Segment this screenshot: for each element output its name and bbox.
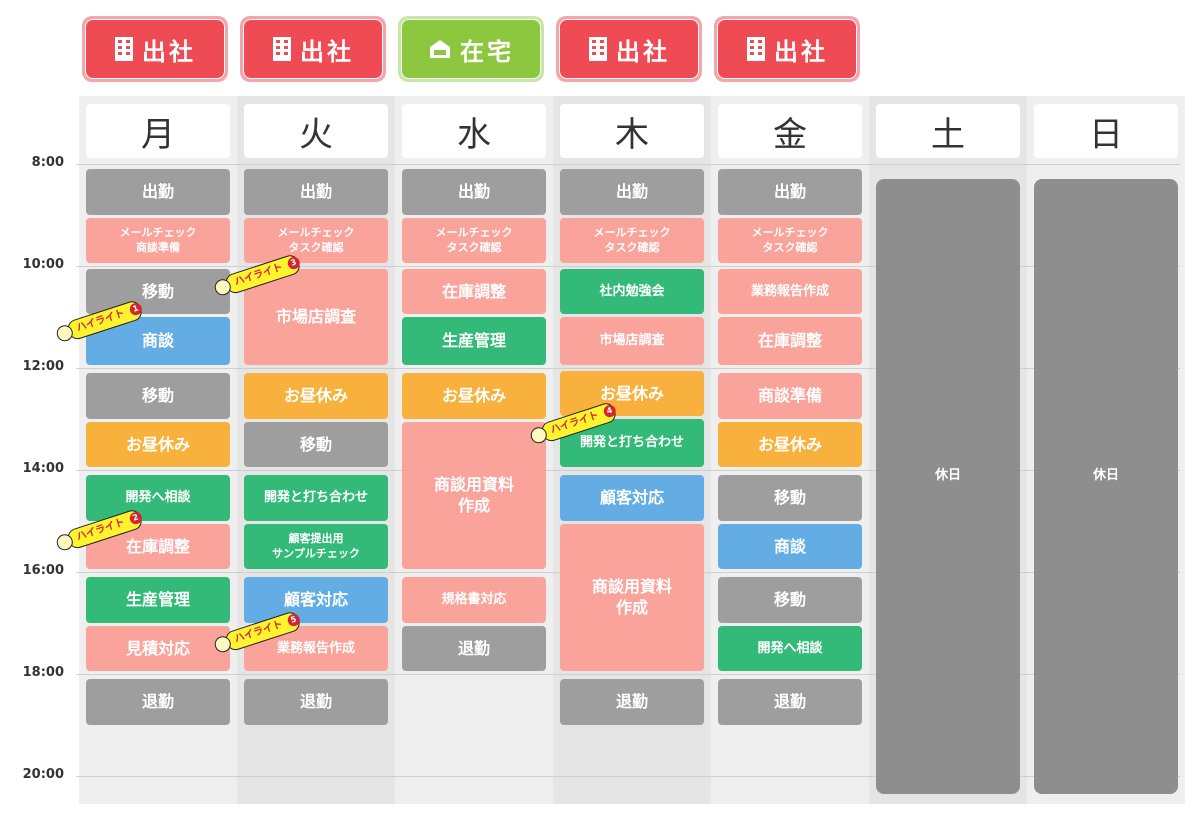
time-label: 8:00 xyxy=(31,155,64,170)
schedule-event[interactable]: 商談準備 xyxy=(718,373,862,419)
schedule-event[interactable]: 休日 xyxy=(876,179,1020,794)
schedule-event[interactable]: 退勤 xyxy=(402,625,546,672)
highlight-text: ハイライト xyxy=(549,410,601,437)
highlight-text: ハイライト xyxy=(233,619,285,646)
schedule-event[interactable]: 顧客対応 xyxy=(560,475,704,521)
building-icon xyxy=(588,36,608,62)
status-tag-inner: 出社 xyxy=(243,19,383,79)
schedule-event[interactable]: 出勤 xyxy=(718,169,862,215)
schedule-event[interactable]: 開発と打ち合わせ xyxy=(244,475,388,521)
highlight-text: ハイライト xyxy=(75,517,127,544)
house-icon xyxy=(428,38,452,60)
schedule-event[interactable]: 退勤 xyxy=(560,679,704,725)
status-tag-inner: 出社 xyxy=(559,19,699,79)
time-label: 20:00 xyxy=(22,767,64,782)
schedule-event[interactable]: 退勤 xyxy=(244,679,388,725)
schedule-event[interactable]: 商談用資料 作成 xyxy=(402,421,546,570)
schedule-event[interactable]: 休日 xyxy=(1034,179,1178,794)
status-tag-thu[interactable]: 出社 xyxy=(556,16,702,82)
schedule-event[interactable]: 移動 xyxy=(718,577,862,623)
hour-gridline xyxy=(76,164,1180,165)
schedule-event[interactable]: お昼休み xyxy=(402,373,546,419)
status-label: 出社 xyxy=(300,37,354,66)
status-tag-inner: 出社 xyxy=(717,19,857,79)
schedule-event[interactable]: 退勤 xyxy=(86,679,230,725)
highlight-text: ハイライト xyxy=(233,262,285,289)
schedule-event[interactable]: 出勤 xyxy=(560,169,704,215)
schedule-event[interactable]: お昼休み xyxy=(86,421,230,468)
schedule-event[interactable]: 移動 xyxy=(86,373,230,419)
schedule-event[interactable]: お昼休み xyxy=(244,373,388,419)
status-label: 出社 xyxy=(616,37,670,66)
schedule-event[interactable]: お昼休み xyxy=(718,421,862,468)
schedule-event[interactable]: 在庫調整 xyxy=(402,268,546,315)
schedule-event[interactable]: 生産管理 xyxy=(402,317,546,366)
schedule-event[interactable]: 規格書対応 xyxy=(402,577,546,623)
highlight-text: ハイライト xyxy=(75,308,127,335)
status-label: 出社 xyxy=(142,37,196,66)
status-label: 出社 xyxy=(774,37,828,66)
schedule-event[interactable]: メールチェック 商談準備 xyxy=(86,217,230,264)
time-label: 16:00 xyxy=(22,563,64,578)
schedule-event[interactable]: 出勤 xyxy=(86,169,230,215)
status-tag-wed[interactable]: 在宅 xyxy=(398,16,544,82)
day-header-sun: 日 xyxy=(1034,104,1178,158)
status-tag-inner: 在宅 xyxy=(401,19,541,79)
schedule-event[interactable]: 出勤 xyxy=(402,169,546,215)
building-icon xyxy=(746,36,766,62)
schedule-event[interactable]: 退勤 xyxy=(718,679,862,725)
schedule-event[interactable]: 業務報告作成 xyxy=(718,268,862,315)
status-tag-fri[interactable]: 出社 xyxy=(714,16,860,82)
schedule-event[interactable]: 移動 xyxy=(244,421,388,468)
schedule-event[interactable]: 市場店調査 xyxy=(560,317,704,366)
schedule-event[interactable]: メールチェック タスク確認 xyxy=(560,217,704,264)
time-label: 12:00 xyxy=(22,359,64,374)
schedule-event[interactable]: 見積対応 xyxy=(86,625,230,672)
schedule-event[interactable]: 移動 xyxy=(718,475,862,521)
day-header-mon: 月 xyxy=(86,104,230,158)
day-header-tue: 火 xyxy=(244,104,388,158)
schedule-event[interactable]: 出勤 xyxy=(244,169,388,215)
day-header-sat: 土 xyxy=(876,104,1020,158)
schedule-event[interactable]: 商談 xyxy=(718,523,862,570)
schedule-event[interactable]: 開発へ相談 xyxy=(718,625,862,672)
schedule-event[interactable]: 社内勉強会 xyxy=(560,268,704,315)
time-label: 10:00 xyxy=(22,257,64,272)
schedule-event[interactable]: 生産管理 xyxy=(86,577,230,623)
building-icon xyxy=(272,36,292,62)
schedule-event[interactable]: メールチェック タスク確認 xyxy=(402,217,546,264)
status-tag-mon[interactable]: 出社 xyxy=(82,16,228,82)
status-label: 在宅 xyxy=(460,37,514,66)
status-tag-inner: 出社 xyxy=(85,19,225,79)
building-icon xyxy=(114,36,134,62)
time-label: 18:00 xyxy=(22,665,64,680)
day-header-thu: 木 xyxy=(560,104,704,158)
status-tag-tue[interactable]: 出社 xyxy=(240,16,386,82)
day-header-fri: 金 xyxy=(718,104,862,158)
day-header-wed: 水 xyxy=(402,104,546,158)
schedule-event[interactable]: 顧客提出用 サンプルチェック xyxy=(244,523,388,570)
time-label: 14:00 xyxy=(22,461,64,476)
schedule-event[interactable]: 在庫調整 xyxy=(718,317,862,366)
schedule-event[interactable]: 商談用資料 作成 xyxy=(560,523,704,672)
schedule-event[interactable]: メールチェック タスク確認 xyxy=(718,217,862,264)
